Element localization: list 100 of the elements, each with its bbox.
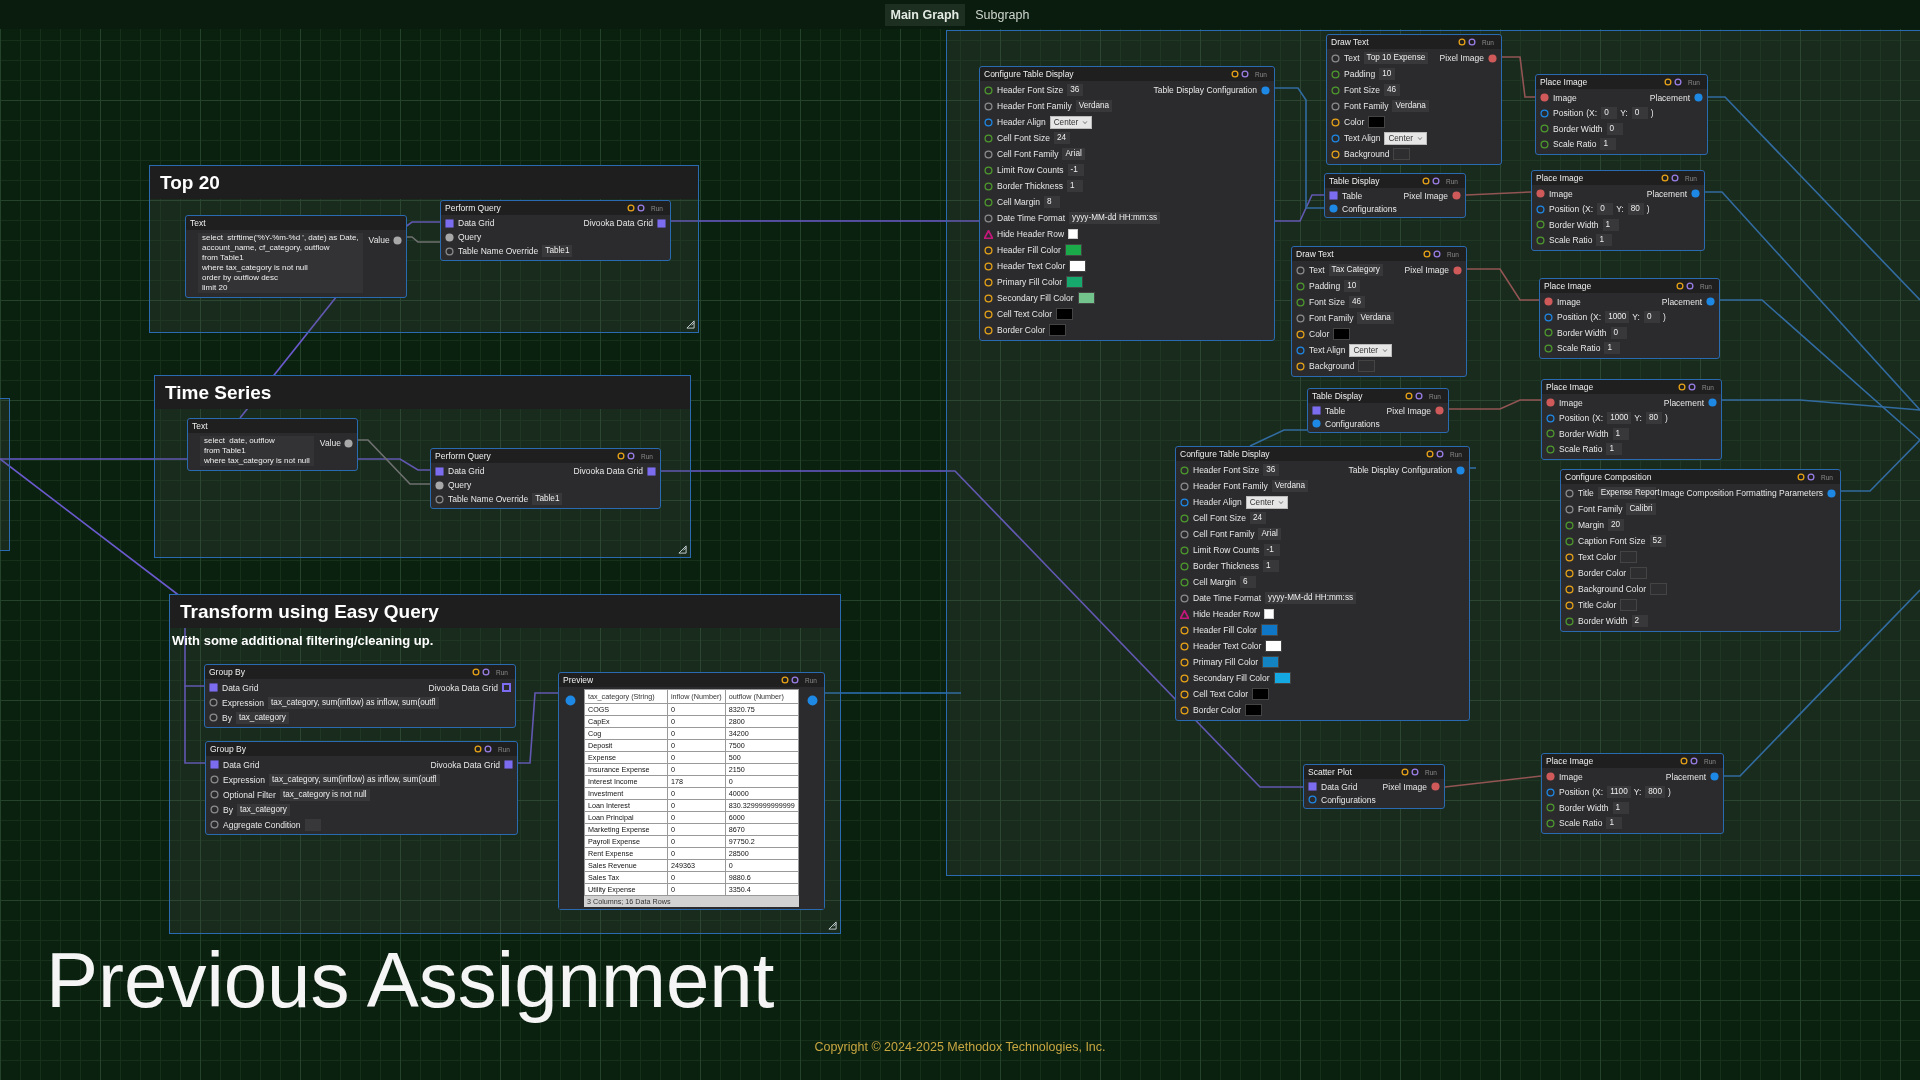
square-port-icon[interactable] (435, 466, 444, 476)
input-field[interactable]: Verdana (1075, 100, 1113, 112)
square-port-icon[interactable] (1312, 406, 1321, 415)
ring-port-icon[interactable] (1296, 361, 1305, 371)
graph-node[interactable]: Text select date, outflow from Table1 where tax_category is not null Value (187, 418, 358, 471)
dot-port-icon[interactable] (1708, 398, 1717, 408)
input-field[interactable]: 0 (1606, 122, 1623, 135)
input-field[interactable]: 1 (1612, 801, 1629, 814)
graph-node[interactable]: Text select strftime('%Y-%m-%d ', date) as Date, account_name, cf_category, outflow from Table1 where tax_category is not null order by outflow desc limit 20 Value (185, 215, 407, 298)
input-field[interactable]: tax_category, sum(inflow) as inflow, sum(outfl (269, 773, 440, 786)
ring-port-icon[interactable] (1540, 108, 1549, 118)
checkbox[interactable] (1068, 229, 1079, 239)
ring-port-icon[interactable] (1180, 497, 1189, 507)
input-field[interactable]: -1 (1263, 544, 1280, 556)
color-swatch[interactable] (1630, 567, 1648, 579)
ring-port-icon[interactable] (984, 309, 993, 319)
ring-port-icon[interactable] (1180, 561, 1189, 571)
ring-port-icon[interactable] (1565, 616, 1574, 626)
ring-port-icon[interactable] (984, 325, 993, 335)
dropdown[interactable]: Center (1349, 343, 1392, 357)
input-field[interactable]: 6 (1240, 576, 1256, 588)
input-field[interactable]: 80 (1645, 412, 1662, 425)
ring-port-icon[interactable] (984, 293, 993, 303)
dot-port-icon[interactable] (1435, 406, 1444, 415)
dropdown[interactable]: Center (1049, 115, 1093, 129)
ring-port-icon[interactable] (1180, 689, 1189, 699)
input-field[interactable]: 10 (1379, 68, 1396, 80)
ring-port-icon[interactable] (1296, 313, 1305, 323)
checkbox[interactable] (1264, 609, 1275, 619)
input-field[interactable]: 80 (1627, 203, 1644, 216)
ring-port-icon[interactable] (210, 820, 219, 829)
color-swatch[interactable] (1260, 624, 1278, 636)
color-swatch[interactable] (1620, 551, 1638, 563)
ring-port-icon[interactable] (1296, 281, 1305, 291)
resize-handle-icon[interactable] (678, 545, 687, 554)
ring-port-icon[interactable] (984, 213, 993, 223)
ring-port-icon[interactable] (1180, 545, 1189, 555)
dot-port-icon[interactable] (1536, 189, 1545, 199)
ring-port-icon[interactable] (1180, 625, 1189, 635)
ring-port-icon[interactable] (1331, 149, 1340, 159)
input-field[interactable]: 1 (1596, 234, 1613, 247)
color-swatch[interactable] (1650, 583, 1668, 595)
input-field[interactable]: 20 (1608, 519, 1624, 531)
input-field[interactable]: 1 (1612, 427, 1629, 440)
ring-port-icon[interactable] (984, 245, 993, 255)
color-swatch[interactable] (1064, 244, 1082, 256)
dropdown[interactable]: Center (1245, 495, 1289, 509)
ring-port-icon[interactable] (984, 261, 993, 271)
ring-port-icon[interactable] (1331, 53, 1340, 63)
color-swatch[interactable] (1393, 148, 1411, 160)
dot-port-icon[interactable] (1694, 93, 1703, 103)
input-field[interactable]: 24 (1053, 132, 1070, 144)
input-field[interactable]: 24 (1249, 512, 1266, 524)
color-swatch[interactable] (1245, 704, 1263, 716)
dot-port-icon[interactable] (1546, 398, 1555, 408)
ring-port-icon[interactable] (1180, 513, 1189, 523)
ring-port-icon[interactable] (1540, 139, 1549, 149)
ring-port-icon[interactable] (1536, 220, 1545, 230)
ring-port-icon[interactable] (1546, 429, 1555, 439)
input-field[interactable]: Arial (1062, 148, 1085, 160)
input-field[interactable]: 1 (1600, 138, 1617, 151)
input-field[interactable]: Top 10 Expense (1363, 52, 1429, 64)
dot-port-icon[interactable] (1431, 782, 1440, 791)
ring-port-icon[interactable] (1544, 328, 1553, 338)
ring-port-icon[interactable] (1565, 536, 1574, 546)
dot-port-icon[interactable] (435, 480, 444, 490)
tab[interactable]: Main Graph (884, 3, 966, 26)
ring-port-icon[interactable] (1296, 345, 1305, 355)
ring-port-icon[interactable] (984, 165, 993, 175)
input-field[interactable]: 36 (1263, 464, 1280, 476)
color-swatch[interactable] (1333, 328, 1351, 340)
ring-port-icon[interactable] (1331, 117, 1340, 127)
input-field[interactable]: Calibri (1626, 503, 1656, 515)
dot-port-icon[interactable] (1329, 204, 1338, 213)
dot-port-icon[interactable] (1312, 419, 1321, 428)
ring-port-icon[interactable] (1546, 818, 1555, 828)
input-field[interactable]: 1 (1263, 560, 1279, 572)
text-field[interactable]: select date, outflow from Table1 where tax_category is not null (200, 436, 314, 466)
ring-port-icon[interactable] (445, 246, 454, 256)
dot-port-icon[interactable] (806, 695, 818, 706)
ring-port-icon[interactable] (984, 117, 993, 127)
ring-port-icon[interactable] (1180, 481, 1189, 491)
dot-port-icon[interactable] (392, 235, 402, 245)
graph-node[interactable] (1560, 469, 1841, 632)
dot-port-icon[interactable] (1706, 297, 1715, 307)
color-swatch[interactable] (1265, 640, 1283, 652)
square-port-icon[interactable] (647, 466, 656, 476)
input-field[interactable]: 8 (1044, 196, 1060, 208)
text-field[interactable]: select strftime('%Y-%m-%d ', date) as Date, account_name, cf_category, outflow from Table1 where tax_category is not null order by outflow desc limit 20 (198, 233, 363, 293)
input-field[interactable]: Arial (1258, 528, 1281, 540)
color-swatch[interactable] (1262, 656, 1280, 668)
ring-port-icon[interactable] (1308, 795, 1317, 804)
ring-port-icon[interactable] (1180, 465, 1189, 475)
ring-port-icon[interactable] (1331, 101, 1340, 111)
input-field[interactable]: 0 (1610, 326, 1627, 339)
ring-port-icon[interactable] (1296, 329, 1305, 339)
input-field[interactable]: 0 (1631, 107, 1648, 120)
triangle-port-icon[interactable] (984, 229, 993, 239)
input-field[interactable]: Table1 (532, 493, 563, 505)
input-field[interactable]: yyyy-MM-dd HH:mm:ss (1069, 212, 1161, 224)
